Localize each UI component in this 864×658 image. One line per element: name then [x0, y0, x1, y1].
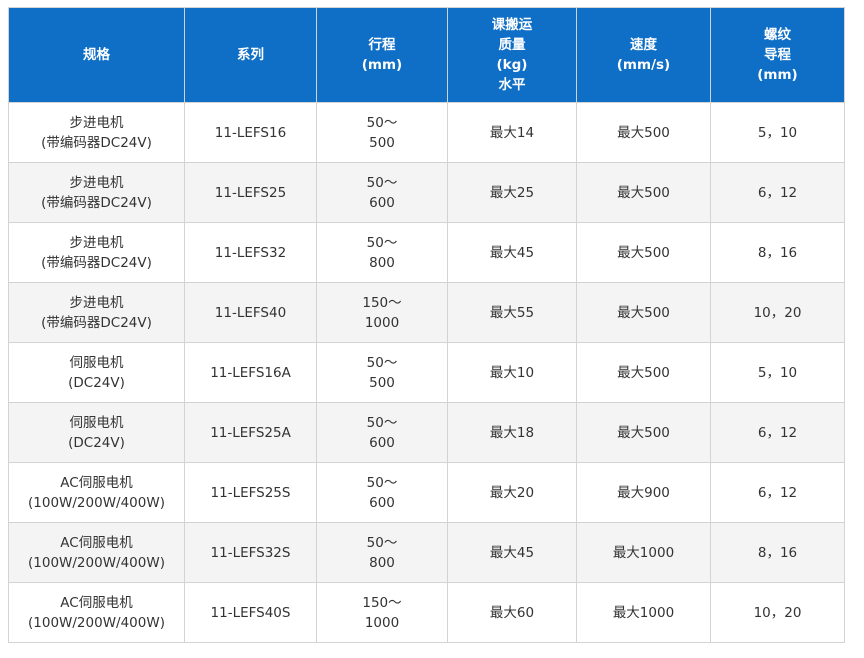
cell-screw-lead: 6，12	[710, 402, 845, 463]
header-spec: 规格	[8, 7, 185, 103]
cell-series: 11-LEFS40	[184, 282, 317, 343]
cell-series: 11-LEFS25S	[184, 462, 317, 523]
cell-payload: 最大25	[447, 162, 577, 223]
cell-screw-lead: 8，16	[710, 522, 845, 583]
cell-stroke: 50～ 800	[316, 522, 448, 583]
cell-stroke: 50～ 600	[316, 402, 448, 463]
cell-speed: 最大500	[576, 102, 711, 163]
cell-speed: 最大500	[576, 162, 711, 223]
table-row: 步进电机 (带编码器DC24V) 11-LEFS32 50～ 800 最大45 …	[8, 222, 845, 283]
table-row: AC伺服电机 (100W/200W/400W) 11-LEFS40S 150～ …	[8, 582, 845, 643]
cell-series: 11-LEFS25A	[184, 402, 317, 463]
cell-screw-lead: 8，16	[710, 222, 845, 283]
table-row: 伺服电机 (DC24V) 11-LEFS25A 50～ 600 最大18 最大5…	[8, 402, 845, 463]
cell-speed: 最大500	[576, 222, 711, 283]
table-row: AC伺服电机 (100W/200W/400W) 11-LEFS25S 50～ 6…	[8, 462, 845, 523]
cell-stroke: 50～ 600	[316, 162, 448, 223]
cell-screw-lead: 6，12	[710, 162, 845, 223]
cell-stroke: 50～ 500	[316, 342, 448, 403]
table-header-row: 规格 系列 行程 (mm) 课搬运 质量 (kg) 水平 速度 (mm/s) 螺…	[8, 7, 845, 103]
header-series: 系列	[184, 7, 317, 103]
cell-spec: AC伺服电机 (100W/200W/400W)	[8, 522, 185, 583]
cell-payload: 最大10	[447, 342, 577, 403]
cell-series: 11-LEFS16A	[184, 342, 317, 403]
cell-payload: 最大60	[447, 582, 577, 643]
cell-speed: 最大900	[576, 462, 711, 523]
cell-payload: 最大14	[447, 102, 577, 163]
header-payload: 课搬运 质量 (kg) 水平	[447, 7, 577, 103]
cell-speed: 最大500	[576, 282, 711, 343]
cell-payload: 最大55	[447, 282, 577, 343]
cell-payload: 最大45	[447, 222, 577, 283]
cell-screw-lead: 5，10	[710, 342, 845, 403]
spec-table: 规格 系列 行程 (mm) 课搬运 质量 (kg) 水平 速度 (mm/s) 螺…	[8, 7, 845, 643]
cell-speed: 最大1000	[576, 582, 711, 643]
table-row: AC伺服电机 (100W/200W/400W) 11-LEFS32S 50～ 8…	[8, 522, 845, 583]
cell-series: 11-LEFS32	[184, 222, 317, 283]
header-stroke: 行程 (mm)	[316, 7, 448, 103]
cell-spec: 伺服电机 (DC24V)	[8, 402, 185, 463]
cell-stroke: 150～ 1000	[316, 582, 448, 643]
cell-spec: 步进电机 (带编码器DC24V)	[8, 102, 185, 163]
cell-screw-lead: 5，10	[710, 102, 845, 163]
cell-screw-lead: 10，20	[710, 282, 845, 343]
cell-spec: AC伺服电机 (100W/200W/400W)	[8, 582, 185, 643]
cell-screw-lead: 6，12	[710, 462, 845, 523]
cell-spec: 步进电机 (带编码器DC24V)	[8, 222, 185, 283]
table-row: 伺服电机 (DC24V) 11-LEFS16A 50～ 500 最大10 最大5…	[8, 342, 845, 403]
header-screw-lead: 螺纹 导程 (mm)	[710, 7, 845, 103]
cell-series: 11-LEFS25	[184, 162, 317, 223]
cell-speed: 最大500	[576, 342, 711, 403]
cell-series: 11-LEFS16	[184, 102, 317, 163]
cell-spec: AC伺服电机 (100W/200W/400W)	[8, 462, 185, 523]
cell-spec: 步进电机 (带编码器DC24V)	[8, 162, 185, 223]
cell-payload: 最大18	[447, 402, 577, 463]
cell-spec: 步进电机 (带编码器DC24V)	[8, 282, 185, 343]
spec-table-container: 规格 系列 行程 (mm) 课搬运 质量 (kg) 水平 速度 (mm/s) 螺…	[8, 7, 845, 643]
table-row: 步进电机 (带编码器DC24V) 11-LEFS25 50～ 600 最大25 …	[8, 162, 845, 223]
cell-series: 11-LEFS32S	[184, 522, 317, 583]
cell-stroke: 50～ 500	[316, 102, 448, 163]
table-row: 步进电机 (带编码器DC24V) 11-LEFS16 50～ 500 最大14 …	[8, 102, 845, 163]
cell-spec: 伺服电机 (DC24V)	[8, 342, 185, 403]
cell-payload: 最大20	[447, 462, 577, 523]
table-row: 步进电机 (带编码器DC24V) 11-LEFS40 150～ 1000 最大5…	[8, 282, 845, 343]
cell-speed: 最大500	[576, 402, 711, 463]
cell-screw-lead: 10，20	[710, 582, 845, 643]
cell-series: 11-LEFS40S	[184, 582, 317, 643]
cell-stroke: 150～ 1000	[316, 282, 448, 343]
cell-speed: 最大1000	[576, 522, 711, 583]
header-speed: 速度 (mm/s)	[576, 7, 711, 103]
cell-stroke: 50～ 600	[316, 462, 448, 523]
cell-stroke: 50～ 800	[316, 222, 448, 283]
cell-payload: 最大45	[447, 522, 577, 583]
